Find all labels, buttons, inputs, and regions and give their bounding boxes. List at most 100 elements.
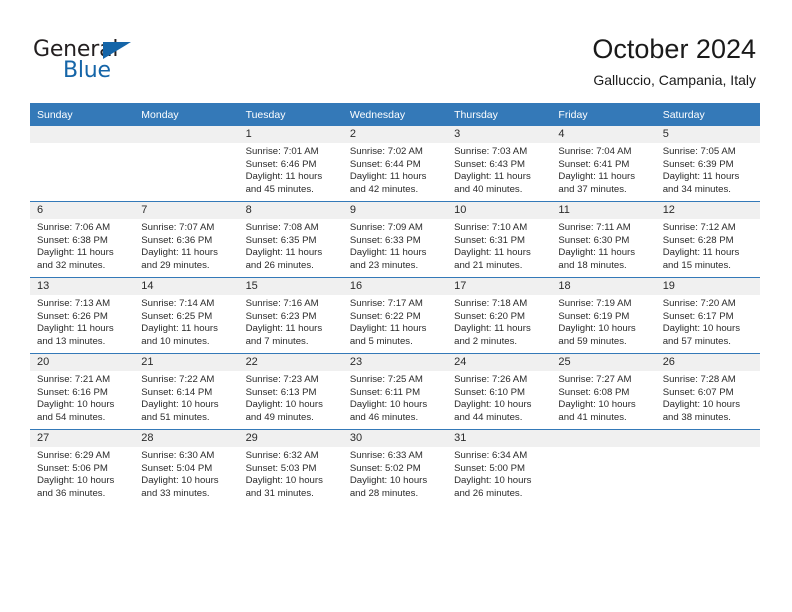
calendar-day-cell[interactable]: 13 Sunrise: 7:13 AM Sunset: 6:26 PM Dayligh… — [30, 277, 135, 354]
calendar-day-cell[interactable]: 17 Sunrise: 7:18 AM Sunset: 6:20 PM Dayligh… — [447, 277, 552, 354]
sunrise-time: Sunrise: 7:03 AM — [454, 146, 528, 157]
day-details: Sunrise: 7:20 AM Sunset: 6:17 PM Daylight:… — [656, 295, 760, 348]
calendar-day-cell[interactable]: 14 Sunrise: 7:14 AM Sunset: 6:25 PM Dayligh… — [134, 277, 239, 354]
calendar-day-cell[interactable]: 9 Sunrise: 7:09 AM Sunset: 6:33 PM Daylight… — [342, 201, 448, 278]
calendar-day-cell[interactable]: 20 Sunrise: 7:21 AM Sunset: 6:16 PM Dayligh… — [30, 353, 135, 430]
sunrise-time: Sunrise: 7:26 AM — [454, 374, 528, 385]
daylight-duration-line2: and 15 minutes. — [662, 259, 731, 271]
day-details: Sunrise: 7:06 AM Sunset: 6:38 PM Daylight:… — [30, 219, 134, 272]
calendar-day-cell[interactable]: 3 Sunrise: 7:03 AM Sunset: 6:43 PM Daylight… — [447, 126, 552, 202]
day-number: 26 — [655, 354, 760, 371]
calendar-day-cell[interactable]: 21 Sunrise: 7:22 AM Sunset: 6:14 PM Dayligh… — [134, 353, 239, 430]
daylight-duration-line2: and 13 minutes. — [37, 335, 106, 347]
day-number: 25 — [551, 354, 656, 371]
sunset-time: Sunset: 6:35 PM — [245, 234, 317, 246]
day-details: Sunrise: 7:17 AM Sunset: 6:22 PM Daylight:… — [343, 295, 447, 348]
day-details: Sunrise: 7:04 AM Sunset: 6:41 PM Daylight:… — [551, 143, 655, 196]
calendar-day-cell[interactable]: 2 Sunrise: 7:02 AM Sunset: 6:44 PM Daylight… — [342, 126, 448, 202]
daylight-duration-line1: Daylight: 11 hours — [141, 247, 218, 259]
daylight-duration-line1: Daylight: 10 hours — [141, 475, 219, 487]
sunset-time: Sunset: 6:20 PM — [454, 310, 526, 322]
calendar-day-cell[interactable]: 25 Sunrise: 7:27 AM Sunset: 6:08 PM Dayligh… — [551, 353, 656, 430]
daylight-duration-line1: Daylight: 11 hours — [454, 323, 531, 335]
calendar-day-cell-empty — [655, 429, 760, 505]
logo-triangle-icon — [103, 42, 131, 59]
calendar-day-cell[interactable]: 8 Sunrise: 7:08 AM Sunset: 6:35 PM Daylight… — [238, 201, 343, 278]
day-number: 15 — [238, 278, 343, 295]
daylight-duration-line1: Daylight: 11 hours — [141, 323, 218, 335]
day-details: Sunrise: 6:29 AM Sunset: 5:06 PM Daylight:… — [30, 447, 134, 500]
calendar-day-cell-empty — [30, 126, 135, 202]
day-details: Sunrise: 6:32 AM Sunset: 5:03 PM Daylight:… — [239, 447, 343, 500]
daylight-duration-line2: and 33 minutes. — [141, 487, 210, 499]
calendar-day-cell[interactable]: 28 Sunrise: 6:30 AM Sunset: 5:04 PM Dayligh… — [134, 429, 239, 505]
calendar-day-cell[interactable]: 7 Sunrise: 7:07 AM Sunset: 6:36 PM Daylight… — [134, 201, 239, 278]
calendar-day-cell[interactable]: 16 Sunrise: 7:17 AM Sunset: 6:22 PM Dayligh… — [342, 277, 448, 354]
daylight-duration-line1: Daylight: 10 hours — [454, 399, 532, 411]
calendar-day-cell[interactable]: 18 Sunrise: 7:19 AM Sunset: 6:19 PM Dayligh… — [551, 277, 656, 354]
day-details: Sunrise: 7:28 AM Sunset: 6:07 PM Daylight:… — [656, 371, 760, 424]
sunset-time: Sunset: 5:06 PM — [37, 462, 108, 474]
sunrise-time: Sunrise: 6:32 AM — [245, 450, 319, 461]
calendar-week-row: 1 Sunrise: 7:01 AM Sunset: 6:46 PM Daylight… — [30, 126, 760, 202]
calendar-day-cell[interactable]: 1 Sunrise: 7:01 AM Sunset: 6:46 PM Daylight… — [238, 126, 343, 202]
daylight-duration-line1: Daylight: 11 hours — [454, 247, 531, 259]
calendar-day-cell[interactable]: 30 Sunrise: 6:33 AM Sunset: 5:02 PM Dayligh… — [342, 429, 448, 505]
sunset-time: Sunset: 6:38 PM — [37, 234, 108, 246]
daylight-duration-line2: and 45 minutes. — [245, 183, 314, 195]
daylight-duration-line2: and 23 minutes. — [349, 259, 419, 271]
day-number: 30 — [342, 430, 448, 447]
day-details: Sunrise: 7:08 AM Sunset: 6:35 PM Daylight:… — [239, 219, 343, 272]
calendar-day-cell[interactable]: 12 Sunrise: 7:12 AM Sunset: 6:28 PM Dayligh… — [655, 201, 760, 278]
calendar-day-cell[interactable]: 11 Sunrise: 7:11 AM Sunset: 6:30 PM Dayligh… — [551, 201, 656, 278]
daylight-duration-line2: and 29 minutes. — [141, 259, 210, 271]
daylight-duration-line2: and 26 minutes. — [245, 259, 314, 271]
sunrise-time: Sunrise: 7:22 AM — [141, 374, 215, 385]
day-number: 3 — [447, 126, 552, 143]
daylight-duration-line1: Daylight: 11 hours — [37, 323, 114, 335]
sunrise-time: Sunrise: 7:11 AM — [558, 222, 631, 233]
sunset-time: Sunset: 6:36 PM — [141, 234, 213, 246]
page-header: General Blue October 2024 Galluccio, Cam… — [0, 0, 792, 98]
sunset-time: Sunset: 6:33 PM — [349, 234, 421, 246]
sunset-time: Sunset: 6:22 PM — [349, 310, 421, 322]
day-number — [655, 430, 760, 447]
day-details: Sunrise: 7:01 AM Sunset: 6:46 PM Daylight:… — [239, 143, 343, 196]
day-details: Sunrise: 7:22 AM Sunset: 6:14 PM Daylight:… — [134, 371, 238, 424]
sunrise-time: Sunrise: 7:01 AM — [245, 146, 319, 157]
daylight-duration-line1: Daylight: 10 hours — [37, 475, 115, 487]
daylight-duration-line2: and 51 minutes. — [141, 411, 210, 423]
calendar-day-cell[interactable]: 5 Sunrise: 7:05 AM Sunset: 6:39 PM Daylight… — [655, 126, 760, 202]
daylight-duration-line1: Daylight: 10 hours — [37, 399, 115, 411]
sunrise-time: Sunrise: 7:19 AM — [558, 298, 632, 309]
calendar-day-cell[interactable]: 29 Sunrise: 6:32 AM Sunset: 5:03 PM Dayligh… — [238, 429, 343, 505]
calendar-day-cell[interactable]: 24 Sunrise: 7:26 AM Sunset: 6:10 PM Dayligh… — [447, 353, 552, 430]
calendar-day-cell[interactable]: 22 Sunrise: 7:23 AM Sunset: 6:13 PM Dayligh… — [238, 353, 343, 430]
calendar-day-cell[interactable]: 4 Sunrise: 7:04 AM Sunset: 6:41 PM Daylight… — [551, 126, 656, 202]
daylight-duration-line2: and 41 minutes. — [558, 411, 627, 423]
day-details: Sunrise: 7:19 AM Sunset: 6:19 PM Daylight:… — [551, 295, 655, 348]
sunrise-time: Sunrise: 7:16 AM — [245, 298, 319, 309]
calendar-day-cell[interactable]: 23 Sunrise: 7:25 AM Sunset: 6:11 PM Dayligh… — [342, 353, 448, 430]
calendar-day-cell[interactable]: 15 Sunrise: 7:16 AM Sunset: 6:23 PM Dayligh… — [238, 277, 343, 354]
calendar-day-cell[interactable]: 26 Sunrise: 7:28 AM Sunset: 6:07 PM Dayligh… — [655, 353, 760, 430]
daylight-duration-line1: Daylight: 11 hours — [558, 171, 636, 183]
day-number: 11 — [551, 202, 656, 219]
day-number: 7 — [134, 202, 239, 219]
sunrise-time: Sunrise: 6:34 AM — [454, 450, 528, 461]
daylight-duration-line1: Daylight: 11 hours — [349, 247, 427, 259]
sunrise-time: Sunrise: 7:21 AM — [37, 374, 111, 385]
sunrise-time: Sunrise: 7:23 AM — [245, 374, 319, 385]
calendar-day-cell[interactable]: 31 Sunrise: 6:34 AM Sunset: 5:00 PM Dayligh… — [447, 429, 552, 505]
daylight-duration-line1: Daylight: 10 hours — [141, 399, 219, 411]
calendar-day-cell[interactable]: 27 Sunrise: 6:29 AM Sunset: 5:06 PM Dayligh… — [30, 429, 135, 505]
day-details: Sunrise: 7:02 AM Sunset: 6:44 PM Daylight:… — [343, 143, 447, 196]
calendar-day-cell[interactable]: 10 Sunrise: 7:10 AM Sunset: 6:31 PM Dayligh… — [447, 201, 552, 278]
sunset-time: Sunset: 6:26 PM — [37, 310, 108, 322]
calendar-body: 1 Sunrise: 7:01 AM Sunset: 6:46 PM Daylight… — [30, 126, 760, 505]
calendar-day-cell[interactable]: 6 Sunrise: 7:06 AM Sunset: 6:38 PM Daylight… — [30, 201, 135, 278]
daylight-duration-line2: and 37 minutes. — [558, 183, 627, 195]
day-number: 22 — [238, 354, 343, 371]
calendar-day-cell[interactable]: 19 Sunrise: 7:20 AM Sunset: 6:17 PM Dayligh… — [655, 277, 760, 354]
daylight-duration-line2: and 36 minutes. — [37, 487, 106, 499]
